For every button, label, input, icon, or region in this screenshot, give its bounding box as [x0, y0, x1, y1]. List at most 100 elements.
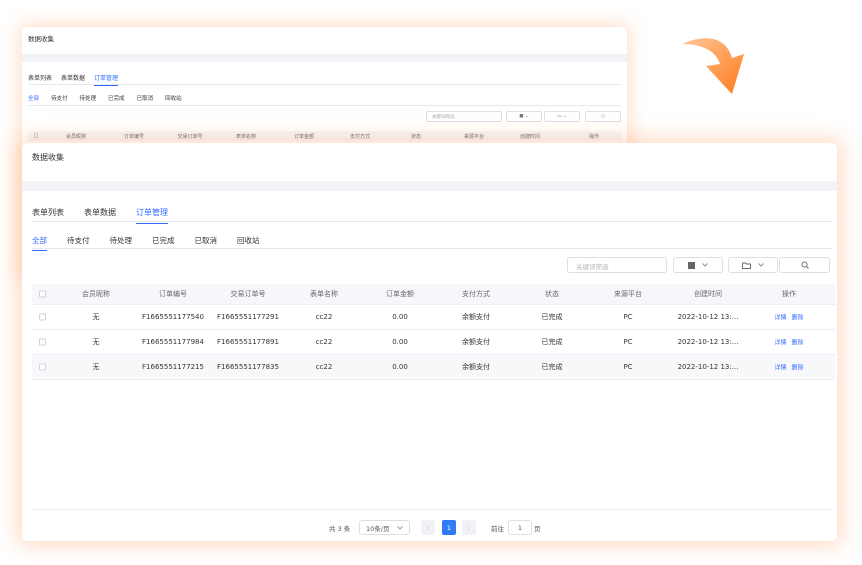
preview-tab-form-list[interactable]: 表单列表 — [28, 73, 52, 82]
page-size-select[interactable]: 10条/页 — [359, 520, 410, 535]
preview-subtab-completed[interactable]: 已完成 — [108, 94, 125, 102]
goto-page-input[interactable]: 1 — [508, 520, 532, 535]
cell-created: 2022-10-12 13:... — [677, 338, 739, 346]
col-payment-method: 支付方式 — [462, 290, 490, 298]
preview-subtab-pending-payment[interactable]: 待支付 — [51, 94, 68, 102]
subtabs-divider — [32, 248, 833, 249]
subtab-all[interactable]: 全部 — [32, 235, 47, 251]
table-row: 无 F1665551177540 F1665551177291 cc22 0.0… — [32, 305, 835, 330]
row-actions: 详情 删除 — [774, 338, 803, 347]
cell-member: 无 — [92, 338, 100, 346]
cell-platform: PC — [623, 363, 633, 371]
tabs-divider — [32, 221, 833, 222]
search-button[interactable] — [779, 257, 830, 273]
cell-created: 2022-10-12 13:... — [677, 363, 739, 371]
preview-col-header: 支付方式 — [349, 134, 371, 140]
preview-select-all-checkbox[interactable]: □ — [34, 133, 39, 139]
preview-view-button[interactable]: ■ ⌄ — [506, 111, 542, 122]
keyword-filter-input[interactable]: 关键词筛选 — [567, 257, 667, 273]
preview-col-header: 订单编号 — [123, 134, 145, 140]
next-page-button[interactable]: › — [462, 520, 476, 535]
view-mode-button[interactable] — [673, 257, 723, 273]
delete-link[interactable]: 删除 — [792, 363, 804, 372]
cell-order-no: F1665551177215 — [142, 363, 204, 371]
preview-tabs: 表单列表 表单数据 订单管理 — [28, 73, 119, 86]
preview-tab-form-data[interactable]: 表单数据 — [61, 73, 85, 82]
subtab-recycle-bin[interactable]: 回收站 — [237, 235, 260, 246]
tab-form-data[interactable]: 表单数据 — [84, 207, 116, 218]
cell-amount: 0.00 — [392, 313, 408, 321]
subtab-completed[interactable]: 已完成 — [152, 235, 175, 246]
preview-subtab-pending-process[interactable]: 待处理 — [80, 94, 97, 102]
prev-page-button[interactable]: ‹ — [421, 520, 435, 535]
cell-member: 无 — [92, 313, 100, 321]
header-band — [22, 181, 837, 191]
preview-col-header: 来源平台 — [463, 134, 485, 140]
cell-status: 已完成 — [541, 338, 563, 346]
cell-trade-no: F1665551177291 — [217, 313, 279, 321]
row-checkbox[interactable] — [39, 313, 46, 321]
preview-subtabs: 全部 待支付 待处理 已完成 已取消 回收站 — [28, 94, 182, 106]
preview-col-header: 交易订单号 — [177, 134, 203, 140]
preview-table-header: □ 会员昵称 订单编号 交易订单号 表单名称 订单金额 支付方式 状态 来源平台… — [28, 131, 621, 141]
preview-folder-button[interactable]: ▭ ⌄ — [544, 111, 580, 122]
chevron-down-icon — [758, 263, 764, 267]
col-order-no: 订单编号 — [159, 290, 187, 298]
subtab-pending-payment[interactable]: 待支付 — [67, 235, 90, 246]
cell-amount: 0.00 — [392, 363, 408, 371]
page-suffix: 页 — [534, 524, 541, 533]
main-tabs: 表单列表 表单数据 订单管理 — [32, 207, 188, 224]
page-title: 数据收集 — [32, 153, 64, 162]
select-all-checkbox[interactable] — [39, 290, 46, 298]
cell-member: 无 — [92, 363, 100, 371]
tab-form-list[interactable]: 表单列表 — [32, 207, 64, 218]
row-checkbox[interactable] — [39, 363, 46, 371]
table-header: 会员昵称 订单编号 交易订单号 表单名称 订单金额 支付方式 状态 来源平台 创… — [32, 284, 835, 305]
cell-order-no: F1665551177540 — [142, 313, 204, 321]
preview-col-header: 创建时间 — [519, 134, 541, 140]
cell-payment: 余额支付 — [462, 363, 490, 371]
preview-tab-order-management[interactable]: 订单管理 — [94, 73, 119, 86]
delete-link[interactable]: 删除 — [792, 338, 804, 347]
preview-search-input[interactable]: 关键词筛选 — [426, 111, 502, 122]
row-checkbox[interactable] — [39, 338, 46, 346]
preview-subtab-cancelled[interactable]: 已取消 — [137, 94, 154, 102]
orders-table: 会员昵称 订单编号 交易订单号 表单名称 订单金额 支付方式 状态 来源平台 创… — [32, 284, 835, 380]
col-member-nickname: 会员昵称 — [82, 290, 110, 298]
detail-link[interactable]: 详情 — [774, 338, 786, 347]
col-created-time: 创建时间 — [694, 290, 722, 298]
chevron-down-icon — [397, 525, 403, 530]
cell-amount: 0.00 — [392, 338, 408, 346]
cell-platform: PC — [623, 313, 633, 321]
status-subtabs: 全部 待支付 待处理 已完成 已取消 回收站 — [32, 235, 280, 251]
tab-order-management[interactable]: 订单管理 — [136, 207, 168, 224]
preview-col-header: 表单名称 — [235, 134, 257, 140]
cell-order-no: F1665551177984 — [142, 338, 204, 346]
cell-created: 2022-10-12 13:... — [677, 313, 739, 321]
subtab-pending-process[interactable]: 待处理 — [110, 235, 133, 246]
goto-label: 前往 — [491, 524, 504, 533]
preview-search-button[interactable]: ○ — [585, 111, 621, 122]
page-number-current[interactable]: 1 — [442, 520, 456, 535]
col-trade-no: 交易订单号 — [230, 290, 266, 298]
cell-payment: 余额支付 — [462, 313, 490, 321]
preview-col-header: 订单金额 — [293, 134, 315, 140]
cell-status: 已完成 — [541, 363, 563, 371]
preview-divider — [28, 84, 621, 85]
cell-form: cc22 — [315, 338, 333, 346]
subtab-cancelled[interactable]: 已取消 — [195, 235, 218, 246]
detail-link[interactable]: 详情 — [774, 313, 786, 322]
col-actions: 操作 — [782, 290, 796, 298]
folder-button[interactable] — [728, 257, 778, 273]
cell-form: cc22 — [315, 363, 333, 371]
footer-divider — [32, 509, 833, 510]
cell-trade-no: F1665551177835 — [217, 363, 279, 371]
preview-subtab-all[interactable]: 全部 — [28, 94, 40, 106]
preview-col-header: 会员昵称 — [65, 134, 87, 140]
page-size-value: 10条/页 — [366, 524, 390, 533]
preview-subtab-recycle-bin[interactable]: 回收站 — [165, 94, 182, 102]
preview-header-band — [22, 54, 627, 62]
delete-link[interactable]: 删除 — [792, 313, 804, 322]
detail-link[interactable]: 详情 — [774, 363, 786, 372]
col-order-amount: 订单金额 — [386, 290, 414, 298]
